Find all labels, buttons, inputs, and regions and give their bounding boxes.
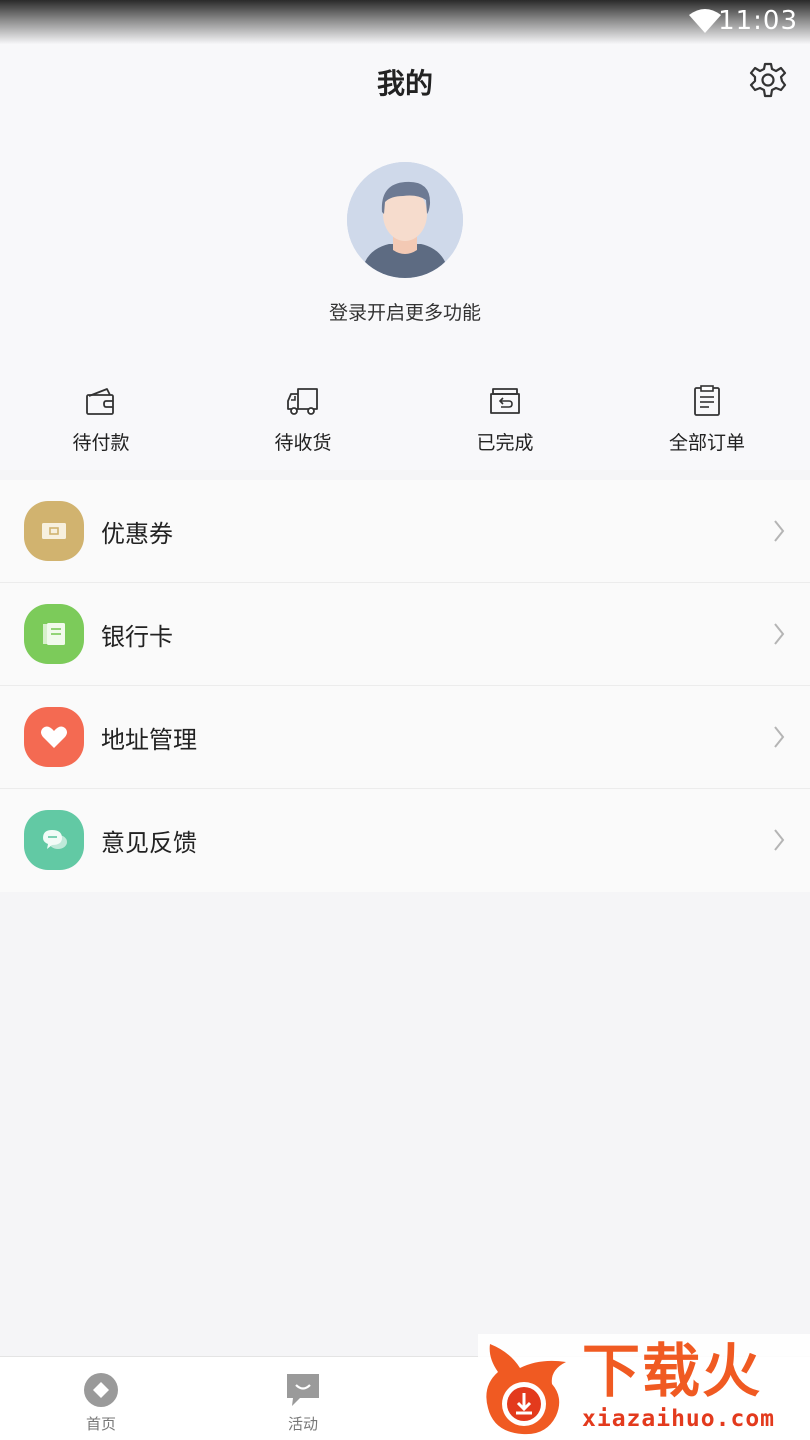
menu-list: 优惠券 银行卡 地址管理 意见反馈	[0, 480, 810, 892]
flame-logo-icon	[486, 1344, 566, 1435]
heart-icon	[41, 726, 67, 748]
tab-label: 首页	[85, 1415, 116, 1433]
truck-icon	[287, 388, 318, 415]
tab-home[interactable]: 首页	[0, 1357, 202, 1440]
menu-item-bank-cards[interactable]: 银行卡	[0, 583, 810, 686]
coupon-icon	[42, 523, 66, 539]
chevron-right-icon	[774, 520, 785, 542]
smile-chat-icon	[287, 1374, 319, 1406]
wifi-icon	[689, 9, 721, 33]
chat-bubble-icon	[43, 830, 67, 849]
order-label: 待收货	[274, 432, 332, 454]
clipboard-icon	[694, 385, 720, 416]
menu-icon-badge	[24, 810, 84, 870]
chevron-right-icon	[774, 726, 785, 748]
order-label: 待付款	[72, 432, 130, 454]
menu-label: 优惠券	[101, 520, 173, 548]
order-completed[interactable]: 已完成	[404, 380, 606, 460]
menu-icon-badge	[24, 501, 84, 561]
order-label: 已完成	[476, 432, 534, 454]
chevron-right-icon	[774, 829, 785, 851]
watermark-text-en: xiazaihuo.com	[582, 1406, 776, 1432]
wallet-icon	[86, 388, 114, 415]
order-shortcuts: 待付款 待收货 已完成 全部订单	[0, 380, 810, 460]
watermark-overlay: 下载火 xiazaihuo.com	[478, 1334, 810, 1440]
status-bar: 11:03	[0, 0, 810, 44]
login-prompt[interactable]: 登录开启更多功能	[0, 298, 810, 325]
page-title: 我的	[376, 67, 433, 100]
tab-activity[interactable]: 活动	[202, 1357, 404, 1440]
chevron-right-icon	[774, 623, 785, 645]
order-pending-receipt[interactable]: 待收货	[202, 380, 404, 460]
menu-item-coupons[interactable]: 优惠券	[0, 480, 810, 583]
order-pending-payment[interactable]: 待付款	[0, 380, 202, 460]
watermark-text-cn: 下载火	[582, 1337, 763, 1405]
avatar[interactable]	[347, 162, 463, 278]
menu-label: 意见反馈	[101, 829, 197, 857]
order-label: 全部订单	[668, 432, 745, 454]
avatar-person-icon	[347, 162, 463, 278]
profile-header: 我的 登录开启更多功能 待付款 待收货 已完成 全部订单	[0, 44, 810, 470]
order-all[interactable]: 全部订单	[606, 380, 808, 460]
status-time: 11:03	[718, 6, 798, 36]
menu-label: 地址管理	[101, 726, 197, 754]
menu-icon-badge	[24, 707, 84, 767]
bank-card-icon	[43, 623, 65, 645]
settings-gear-icon[interactable]	[748, 61, 788, 101]
box-return-icon	[490, 388, 520, 414]
menu-item-feedback[interactable]: 意见反馈	[0, 789, 810, 892]
home-diamond-icon	[84, 1373, 118, 1407]
menu-item-address[interactable]: 地址管理	[0, 686, 810, 789]
menu-label: 银行卡	[101, 623, 173, 651]
tab-label: 活动	[287, 1415, 318, 1433]
menu-icon-badge	[24, 604, 84, 664]
